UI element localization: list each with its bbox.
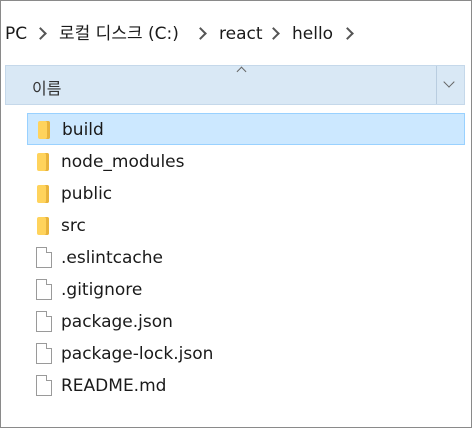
file-icon <box>36 279 52 300</box>
file-name: build <box>62 120 104 140</box>
file-icon <box>36 343 52 364</box>
file-name: package.json <box>61 312 173 332</box>
folder-icon <box>37 185 49 203</box>
file-name: node_modules <box>61 152 185 172</box>
breadcrumb-item-hello[interactable]: hello <box>292 23 333 45</box>
list-item[interactable]: build <box>27 113 465 145</box>
file-explorer-window: PC 로컬 디스크 (C:) react hello 이름 build node… <box>0 0 472 428</box>
list-item[interactable]: node_modules <box>27 146 465 178</box>
list-item[interactable]: src <box>27 210 465 242</box>
chevron-right-icon[interactable] <box>341 25 355 43</box>
folder-icon <box>37 153 49 171</box>
chevron-right-icon[interactable] <box>267 25 281 43</box>
list-item[interactable]: package.json <box>27 306 465 338</box>
file-icon <box>36 375 52 396</box>
list-item[interactable]: .gitignore <box>27 274 465 306</box>
file-name: .gitignore <box>61 280 143 300</box>
breadcrumb-item-react[interactable]: react <box>219 23 263 45</box>
file-name: src <box>61 216 86 236</box>
list-item[interactable]: package-lock.json <box>27 338 465 370</box>
folder-icon <box>38 121 50 139</box>
column-header-name[interactable]: 이름 <box>5 65 465 105</box>
list-item[interactable]: public <box>27 178 465 210</box>
breadcrumb-item-local-disk[interactable]: 로컬 디스크 (C:) <box>59 23 179 45</box>
list-item[interactable]: README.md <box>27 370 465 402</box>
column-label-name: 이름 <box>32 79 62 98</box>
file-icon <box>36 311 52 332</box>
file-name: package-lock.json <box>61 344 214 364</box>
chevron-down-icon[interactable] <box>439 74 461 96</box>
chevron-right-icon[interactable] <box>194 25 208 43</box>
folder-icon <box>37 217 49 235</box>
file-name: README.md <box>61 376 167 396</box>
sort-ascending-icon <box>235 65 249 75</box>
list-item[interactable]: .eslintcache <box>27 242 465 274</box>
file-icon <box>36 247 52 268</box>
chevron-right-icon[interactable] <box>34 25 48 43</box>
address-bar[interactable]: PC 로컬 디스크 (C:) react hello <box>1 1 471 63</box>
column-divider <box>436 66 437 104</box>
breadcrumb-item-pc[interactable]: PC <box>5 23 27 45</box>
file-name: public <box>61 184 113 204</box>
file-name: .eslintcache <box>61 248 163 268</box>
